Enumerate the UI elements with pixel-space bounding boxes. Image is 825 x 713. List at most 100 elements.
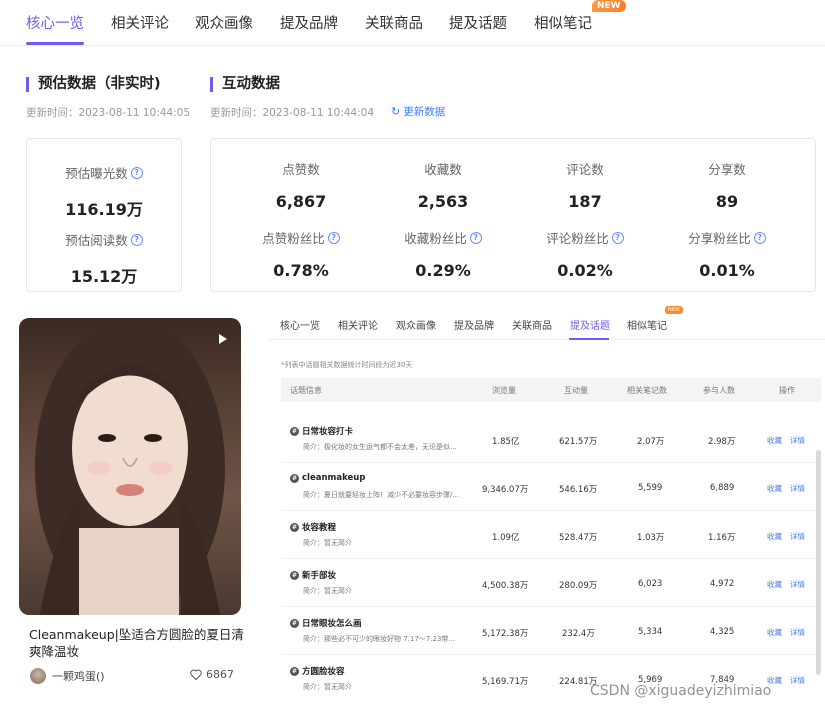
comments-value: 187: [568, 192, 602, 211]
read-label: 预估阅读数: [65, 233, 128, 248]
header-topic: 话题信息: [290, 386, 322, 395]
sub-tab-mentioned-brands[interactable]: 提及品牌: [454, 317, 494, 332]
table-row: # 日常妆容打卡 简介：极化妆的女生运气都不会太差，无论是似... 1.85亿 6…: [281, 416, 821, 463]
likes-count: 6867: [206, 668, 234, 681]
shares-metric: 分享数 89: [657, 159, 797, 211]
hashtag-icon: #: [290, 473, 299, 483]
favorite-link[interactable]: 收藏: [767, 531, 782, 542]
tab-similar-notes[interactable]: 相似笔记: [534, 12, 592, 33]
interactions-cell: 546.16万: [559, 485, 598, 495]
likes-metric: 点赞数 6,867: [231, 159, 371, 211]
detail-link[interactable]: 详情: [790, 627, 805, 638]
help-icon[interactable]: ?: [753, 231, 766, 244]
favorite-link[interactable]: 收藏: [767, 483, 782, 494]
notes-cell: 5,599: [638, 483, 663, 493]
sub-tab-related-products[interactable]: 关联商品: [512, 317, 552, 332]
topic-name: # 方圆脸妆容: [290, 666, 345, 677]
detail-link[interactable]: 详情: [790, 483, 805, 494]
topic-desc: 简介：暂无简介: [303, 587, 352, 595]
new-badge: NEW: [592, 0, 626, 12]
table-row: # 新手部妆 简介：暂无简介 4,500.38万 280.09万 6,023 4,…: [281, 560, 821, 607]
table-row: # 妆容教程 简介：暂无简介 1.09亿 528.47万 1.03万 1.16万 …: [281, 512, 821, 559]
participants-cell: 1.16万: [708, 533, 736, 543]
table-scrollbar[interactable]: [816, 450, 821, 675]
help-icon[interactable]: ?: [130, 233, 143, 246]
tab-mentioned-topics[interactable]: 提及话题: [449, 12, 507, 33]
interaction-data-card: 点赞数 6,867 收藏数 2,563 评论数 187 分享数 89 点赞粉丝比…: [210, 138, 816, 292]
favorites-ratio-label: 收藏粉丝比: [404, 231, 467, 246]
interaction-updated-time: 更新时间：2023-08-11 10:44:04: [210, 107, 375, 119]
sub-tab-related-comments[interactable]: 相关评论: [338, 317, 378, 332]
sub-tab-audience-profile[interactable]: 观众画像: [396, 317, 436, 332]
help-icon[interactable]: ?: [130, 166, 143, 179]
header-notes: 相关笔记数: [627, 386, 667, 395]
views-cell: 5,169.71万: [482, 677, 529, 687]
hashtag-icon: #: [290, 666, 299, 676]
help-icon[interactable]: ?: [327, 231, 340, 244]
interactions-cell: 621.57万: [559, 437, 598, 447]
views-cell: 1.85亿: [492, 437, 520, 447]
participants-cell: 4,325: [710, 627, 735, 637]
tab-mentioned-brands[interactable]: 提及品牌: [280, 12, 338, 33]
help-icon[interactable]: ?: [469, 231, 482, 244]
tab-related-products[interactable]: 关联商品: [365, 12, 423, 33]
interactions-cell: 280.09万: [559, 581, 598, 591]
watermark: CSDN @xiguadeyizhimiao: [590, 683, 772, 699]
favorite-link[interactable]: 收藏: [767, 435, 782, 446]
tab-core-overview[interactable]: 核心一览: [26, 12, 84, 33]
note-cover-image[interactable]: [19, 318, 241, 615]
estimated-data-title: 预估数据（非实时): [26, 77, 161, 92]
tab-audience-profile[interactable]: 观众画像: [195, 12, 253, 33]
sub-tab-similar-notes[interactable]: 相似笔记: [627, 317, 667, 332]
read-metric: 预估阅读数? 15.12万: [27, 230, 181, 287]
topic-desc: 简介：暂无简介: [303, 539, 352, 547]
note-title[interactable]: Cleanmakeup|坠适合方圆脸的夏日清爽降温妆: [29, 626, 249, 660]
topic-table-header: 话题信息 浏览量 互动量 相关笔记数 参与人数 操作: [281, 378, 821, 402]
header-action: 操作: [779, 386, 795, 395]
sub-tab-core-overview[interactable]: 核心一览: [280, 317, 320, 332]
topic-desc: 简介：那些必不可少的眼妆好物 7.17～7.23带...: [303, 635, 456, 643]
interaction-data-title: 互动数据: [210, 77, 280, 92]
play-icon[interactable]: [219, 334, 227, 344]
favorite-link[interactable]: 收藏: [767, 627, 782, 638]
shares-label: 分享数: [708, 162, 746, 177]
detail-link[interactable]: 详情: [790, 435, 805, 446]
likes-ratio-value: 0.78%: [273, 261, 329, 280]
favorites-metric: 收藏数 2,563: [373, 159, 513, 211]
topic-desc: 简介：暂无简介: [303, 683, 352, 691]
notes-cell: 6,023: [638, 579, 663, 589]
shares-ratio-label: 分享粉丝比: [688, 231, 751, 246]
exposure-value: 116.19万: [65, 200, 143, 219]
tab-related-comments[interactable]: 相关评论: [111, 12, 169, 33]
active-tab-indicator: [26, 42, 84, 45]
sub-tab-mentioned-topics[interactable]: 提及话题: [570, 317, 610, 332]
help-icon[interactable]: ?: [611, 231, 624, 244]
header-views: 浏览量: [492, 386, 516, 395]
topic-name: # 妆容教程: [290, 522, 337, 533]
table-row: # 日常眼妆怎么画 简介：那些必不可少的眼妆好物 7.17～7.23带... 5,…: [281, 608, 821, 655]
interactions-cell: 528.47万: [559, 533, 598, 543]
detail-link[interactable]: 详情: [790, 675, 805, 686]
estimated-data-card: 预估曝光数? 116.19万 预估阅读数? 15.12万: [26, 138, 182, 292]
table-row: # cleanmakeup 简介：夏日就要轻妆上阵！减少不必要妆容步骤/... 9…: [281, 464, 821, 511]
header-participants: 参与人数: [703, 386, 735, 395]
refresh-data-button[interactable]: ↻ 更新数据: [391, 104, 445, 119]
favorite-link[interactable]: 收藏: [767, 579, 782, 590]
views-cell: 4,500.38万: [482, 581, 529, 591]
refresh-icon: ↻: [391, 105, 401, 118]
likes-value: 6,867: [275, 192, 327, 211]
topic-name: # 日常眼妆怎么画: [290, 618, 362, 629]
portrait-illustration: [35, 318, 225, 615]
shares-fans-ratio: 分享粉丝比? 0.01%: [657, 228, 797, 280]
comments-label: 评论数: [566, 162, 604, 177]
topic-name: # 新手部妆: [290, 570, 337, 581]
detail-link[interactable]: 详情: [790, 579, 805, 590]
comments-fans-ratio: 评论粉丝比? 0.02%: [515, 228, 655, 280]
note-author[interactable]: 一颗鸡蛋(): [30, 668, 105, 684]
sub-tab-active-indicator: [569, 338, 609, 340]
detail-link[interactable]: 详情: [790, 531, 805, 542]
topic-desc: 简介：极化妆的女生运气都不会太差，无论是似...: [303, 443, 457, 451]
heart-icon: [190, 669, 202, 680]
shares-value: 89: [715, 192, 739, 211]
favorites-label: 收藏数: [424, 162, 462, 177]
